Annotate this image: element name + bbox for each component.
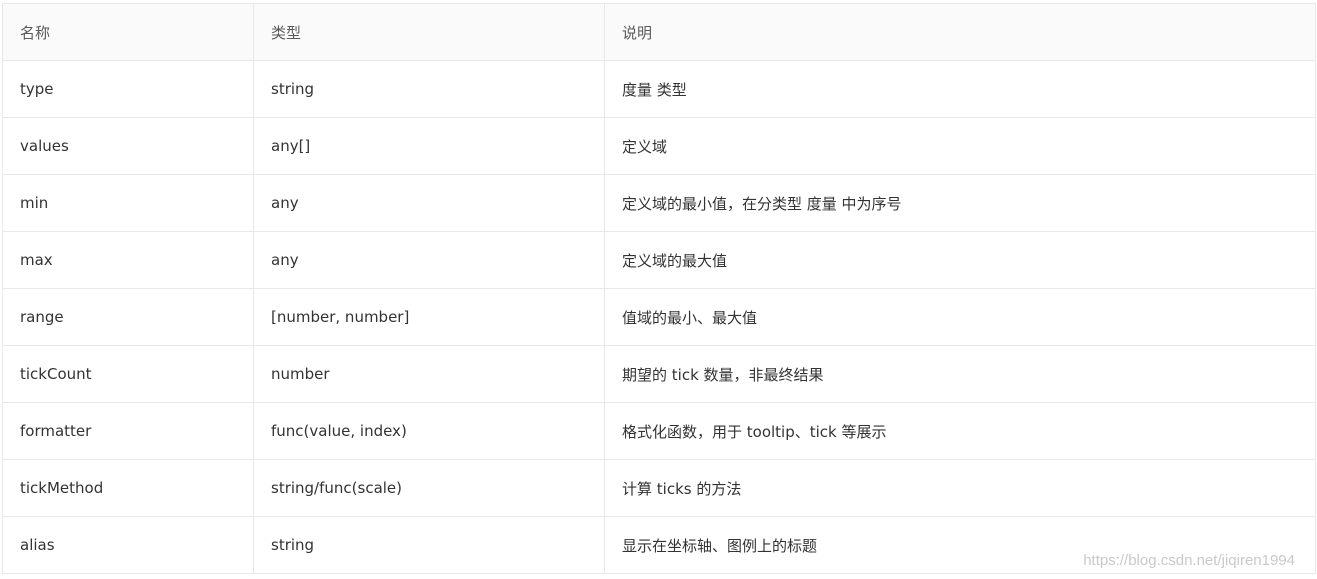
cell-name: min <box>2 174 254 232</box>
cell-type: any <box>253 174 605 232</box>
cell-description: 定义域 <box>604 117 1316 175</box>
cell-type: any[] <box>253 117 605 175</box>
watermark-url: https://blog.csdn.net/jiqiren1994 <box>1083 552 1295 569</box>
cell-description: 期望的 tick 数量，非最终结果 <box>604 345 1316 403</box>
cell-type: [number, number] <box>253 288 605 346</box>
header-row: 名称 类型 说明 <box>2 3 1316 61</box>
cell-name: tickCount <box>2 345 254 403</box>
table-row: max any 定义域的最大值 <box>2 231 1316 289</box>
cell-name: formatter <box>2 402 254 460</box>
cell-description: 计算 ticks 的方法 <box>604 459 1316 517</box>
cell-type: any <box>253 231 605 289</box>
table-row: type string 度量 类型 <box>2 60 1316 118</box>
cell-type: number <box>253 345 605 403</box>
cell-description: 值域的最小、最大值 <box>604 288 1316 346</box>
table-row: tickCount number 期望的 tick 数量，非最终结果 <box>2 345 1316 403</box>
table-row: values any[] 定义域 <box>2 117 1316 175</box>
cell-type: string <box>253 60 605 118</box>
cell-description: 定义域的最大值 <box>604 231 1316 289</box>
table-row: min any 定义域的最小值，在分类型 度量 中为序号 <box>2 174 1316 232</box>
cell-name: range <box>2 288 254 346</box>
cell-name: alias <box>2 516 254 574</box>
table-row: tickMethod string/func(scale) 计算 ticks 的… <box>2 459 1316 517</box>
cell-name: type <box>2 60 254 118</box>
cell-type: string <box>253 516 605 574</box>
scale-options-table: 名称 类型 说明 type string 度量 类型 values any[] … <box>2 3 1316 574</box>
header-name: 名称 <box>2 3 254 61</box>
header-type: 类型 <box>253 3 605 61</box>
header-description: 说明 <box>604 3 1316 61</box>
table-row: formatter func(value, index) 格式化函数，用于 to… <box>2 402 1316 460</box>
cell-description: 度量 类型 <box>604 60 1316 118</box>
table-row: range [number, number] 值域的最小、最大值 <box>2 288 1316 346</box>
cell-name: tickMethod <box>2 459 254 517</box>
table-header: 名称 类型 说明 <box>2 3 1316 61</box>
cell-name: max <box>2 231 254 289</box>
scale-options-table-container: 名称 类型 说明 type string 度量 类型 values any[] … <box>2 3 1316 579</box>
table-body: type string 度量 类型 values any[] 定义域 min a… <box>2 60 1316 574</box>
cell-description: 定义域的最小值，在分类型 度量 中为序号 <box>604 174 1316 232</box>
cell-type: func(value, index) <box>253 402 605 460</box>
cell-name: values <box>2 117 254 175</box>
cell-type: string/func(scale) <box>253 459 605 517</box>
cell-description: 格式化函数，用于 tooltip、tick 等展示 <box>604 402 1316 460</box>
